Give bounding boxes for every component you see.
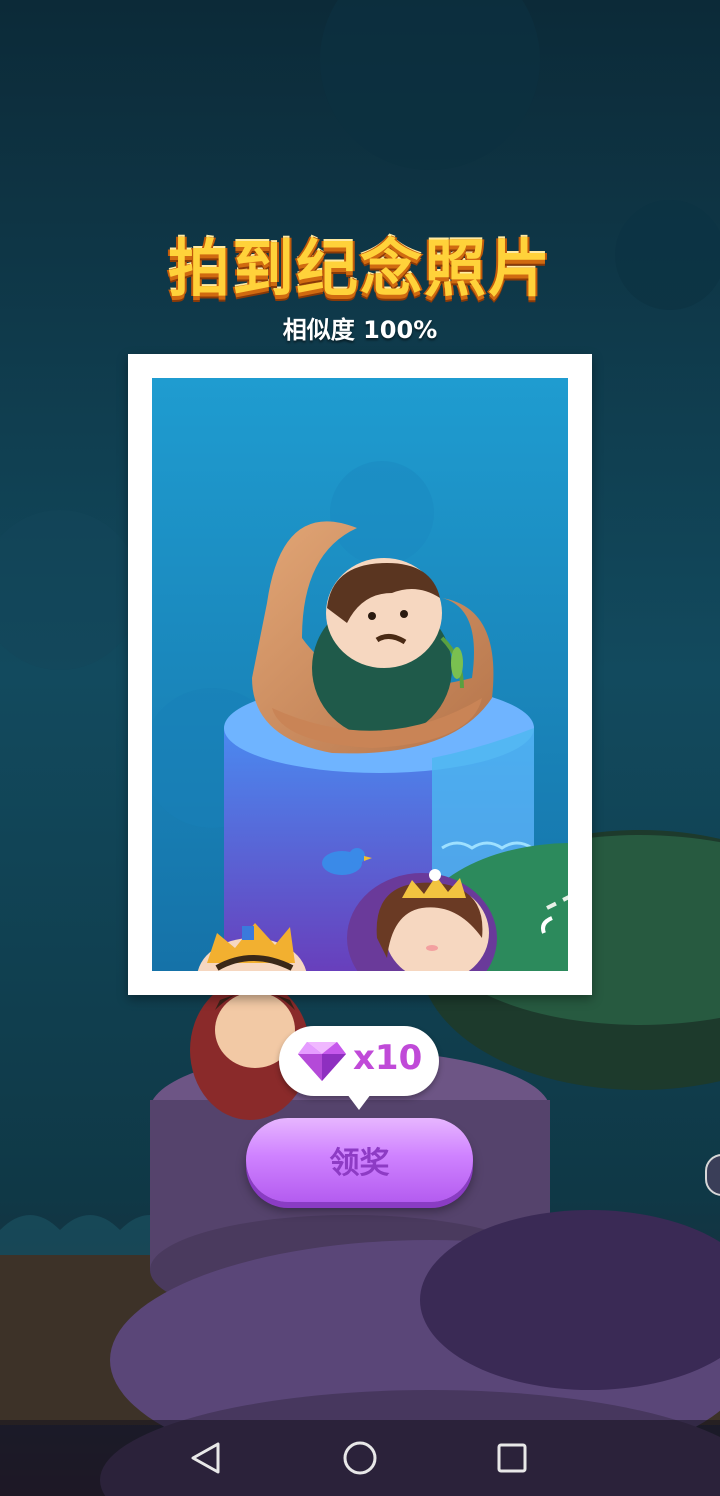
reward-bubble: x10 <box>279 1026 439 1110</box>
claim-reward-button[interactable]: 领奖 <box>246 1118 473 1202</box>
back-triangle-icon[interactable] <box>178 1434 234 1482</box>
home-circle-icon[interactable] <box>332 1434 388 1482</box>
reward-count: x10 <box>353 1038 423 1078</box>
photo-frame <box>128 354 592 995</box>
recents-square-icon[interactable] <box>484 1434 540 1482</box>
system-navigation-bar <box>0 1420 720 1496</box>
claim-button-label: 领奖 <box>329 1146 390 1181</box>
page-title: 拍到纪念照片 <box>167 232 552 305</box>
diamond-gem-icon <box>298 1042 346 1081</box>
similarity-score: 相似度 100% <box>282 316 438 344</box>
commemorative-photo <box>152 378 568 971</box>
